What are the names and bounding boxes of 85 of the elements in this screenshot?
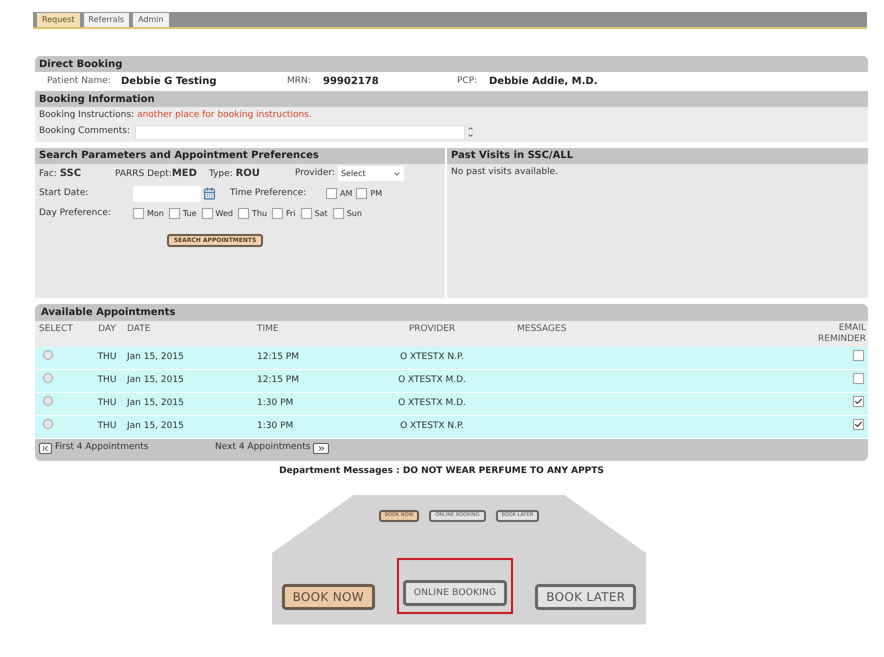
table-cell: Jan 15, 2015 xyxy=(127,352,184,362)
type-label: Type: ROU xyxy=(209,166,261,181)
checkbox[interactable] xyxy=(853,396,864,408)
checkbox[interactable] xyxy=(356,188,368,199)
table-cell: Jan 15, 2015 xyxy=(127,421,184,432)
department-label: PARRS Dept:MED xyxy=(115,166,198,181)
checkbox-label: Thu xyxy=(252,208,268,220)
radio-button[interactable] xyxy=(43,419,53,430)
column-header: PROVIDER xyxy=(408,324,456,334)
section-header: Search Parameters and Appointment Preferences xyxy=(35,148,445,164)
tab[interactable]: Request xyxy=(37,13,80,27)
booking-option-button[interactable]: BOOK NOW xyxy=(282,584,375,610)
column-header: SELECT xyxy=(39,324,73,334)
booking-instructions: another place for booking instructions. xyxy=(137,109,312,122)
checkbox[interactable] xyxy=(202,208,213,219)
checkbox-label: Fri xyxy=(286,208,296,220)
checkbox[interactable] xyxy=(853,419,864,430)
comments-field[interactable] xyxy=(135,124,465,140)
field-label: Booking Comments: xyxy=(39,125,131,138)
pager-label: Next 4 Appointments xyxy=(215,441,310,454)
field-label: Day Preference: xyxy=(39,206,112,220)
first-page-icon[interactable] xyxy=(39,442,52,454)
booking-option-button[interactable]: ONLINE BOOKING xyxy=(402,580,508,606)
field-label: Time Preference: xyxy=(230,186,308,200)
section-header: Past Visits in SSC/ALL xyxy=(447,148,868,164)
section-header: Booking Information xyxy=(35,91,868,107)
checkbox[interactable] xyxy=(853,372,864,384)
field-label: Booking Instructions: xyxy=(39,109,134,122)
column-header: DAY xyxy=(98,324,116,334)
next-page-icon[interactable] xyxy=(313,442,330,454)
table-cell: THU xyxy=(98,352,116,362)
table-cell: O XTESTX M.D. xyxy=(398,398,466,408)
table-cell: O XTESTX N.P. xyxy=(400,352,464,362)
checkbox-label: Mon xyxy=(147,208,164,220)
column-header: DATE xyxy=(127,324,150,334)
checkbox[interactable] xyxy=(238,208,249,219)
field-label: Start Date: xyxy=(39,186,90,200)
table-cell: O XTESTX M.D. xyxy=(398,375,466,386)
checkbox[interactable] xyxy=(272,208,284,219)
table-cell: THU xyxy=(98,375,116,386)
pager-label: First 4 Appointments xyxy=(55,441,150,454)
checkbox[interactable] xyxy=(300,208,312,219)
field-label: MRN: xyxy=(287,74,312,88)
tab[interactable]: Referrals xyxy=(84,13,130,27)
provider-select[interactable]: Select xyxy=(338,166,404,181)
field-label: PCP: xyxy=(457,74,478,88)
table-cell: O XTESTX N.P. xyxy=(400,421,464,432)
checkbox[interactable] xyxy=(133,208,144,219)
pcp-name: Debbie Addie, M.D. xyxy=(489,75,598,89)
past-visits-message: No past visits available. xyxy=(450,166,559,178)
radio-button[interactable] xyxy=(43,350,53,360)
checkbox-label: Tue xyxy=(182,208,197,220)
patient-name: Debbie G Testing xyxy=(121,75,218,89)
checkbox-label: AM xyxy=(340,188,352,200)
field-label: Patient Name: xyxy=(47,74,112,88)
column-header: TIME xyxy=(257,324,279,334)
table-cell: 1:30 PM xyxy=(257,398,294,408)
facility-label: Fac: SSC xyxy=(39,166,82,181)
checkbox[interactable] xyxy=(326,188,337,199)
field-label: Provider: xyxy=(295,166,335,180)
calendar-icon[interactable] xyxy=(203,187,216,200)
mrn-value: 99902178 xyxy=(323,75,380,89)
checkbox[interactable] xyxy=(332,208,344,219)
column-header: MESSAGES xyxy=(517,324,566,334)
checkbox-label: PM xyxy=(370,188,382,200)
section-title: Available Appointments xyxy=(40,306,176,320)
section-header: Direct Booking xyxy=(35,56,868,72)
tab[interactable]: Admin xyxy=(133,13,169,27)
checkbox-label: Sat xyxy=(314,208,328,220)
table-cell: 12:15 PM xyxy=(257,375,299,386)
radio-button[interactable] xyxy=(43,396,53,406)
table-cell: 12:15 PM xyxy=(257,352,299,362)
table-cell: 1:30 PM xyxy=(257,421,294,432)
column-header: EMAIL REMINDER xyxy=(818,322,866,344)
booking-option-button[interactable]: BOOK LATER xyxy=(535,584,636,610)
table-cell: THU xyxy=(98,398,116,408)
checkbox-label: Wed xyxy=(216,208,233,220)
radio-button[interactable] xyxy=(43,373,53,384)
table-cell: Jan 15, 2015 xyxy=(127,398,184,408)
table-cell: THU xyxy=(98,421,116,432)
table-cell: Jan 15, 2015 xyxy=(127,375,184,386)
checkbox[interactable] xyxy=(168,208,180,219)
checkbox[interactable] xyxy=(853,350,864,360)
department-message: Department Messages : DO NOT WEAR PERFUME TO ANY APPTS xyxy=(279,465,604,478)
checkbox-label: Sun xyxy=(346,208,362,220)
